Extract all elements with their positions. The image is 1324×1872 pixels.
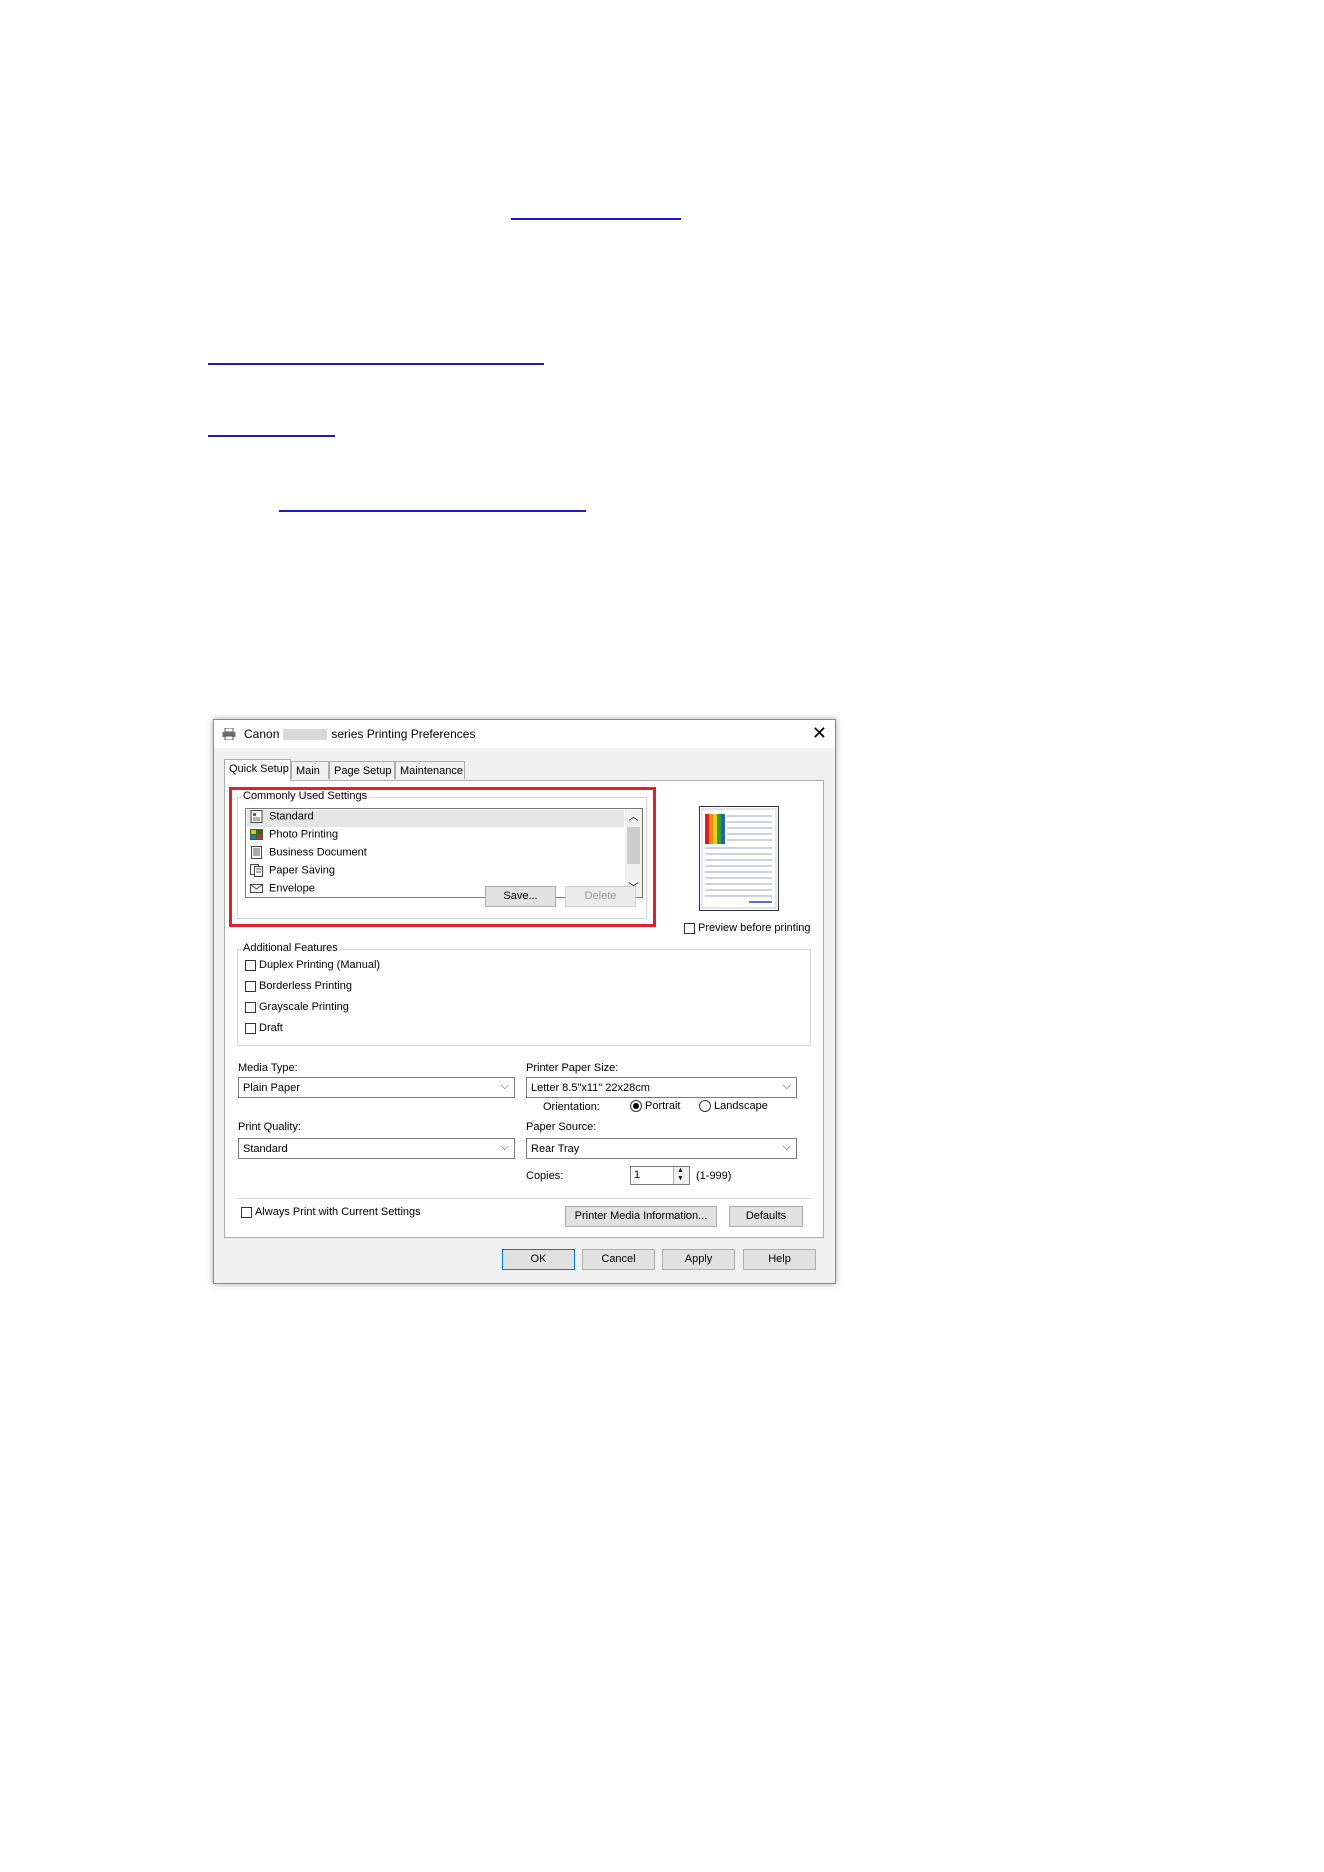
stepper-arrows[interactable]: ▲ ▼	[673, 1167, 689, 1184]
delete-button[interactable]: Delete	[565, 886, 636, 907]
printer-media-information-button[interactable]: Printer Media Information...	[565, 1206, 717, 1227]
checkbox-label: Grayscale Printing	[259, 1001, 349, 1013]
copies-label: Copies:	[526, 1170, 564, 1182]
document-link[interactable]	[511, 218, 681, 220]
document-link[interactable]	[208, 363, 544, 365]
chevron-down-icon: ⌵	[782, 1141, 791, 1153]
landscape-radio[interactable]: Landscape	[699, 1100, 768, 1113]
chevron-down-icon: ⌵	[782, 1080, 791, 1092]
defaults-button[interactable]: Defaults	[729, 1206, 803, 1227]
media-type-label: Media Type:	[238, 1062, 298, 1074]
cancel-button[interactable]: Cancel	[582, 1249, 655, 1270]
quick-setup-panel: Commonly Used Settings Standard Photo Pr…	[224, 780, 824, 1238]
copies-value: 1	[634, 1169, 641, 1181]
scrollbar-thumb[interactable]	[627, 827, 640, 864]
radio-label: Portrait	[645, 1100, 681, 1112]
copies-stepper[interactable]: 1 ▲ ▼	[630, 1166, 690, 1185]
borderless-printing-checkbox[interactable]: Borderless Printing	[245, 980, 352, 992]
paper-source-label: Paper Source:	[526, 1121, 597, 1133]
checkbox-label: Borderless Printing	[259, 980, 352, 992]
checkbox-label: Draft	[259, 1022, 283, 1034]
radio-label: Landscape	[714, 1100, 768, 1112]
preview-before-printing-checkbox[interactable]: Preview before printing	[684, 922, 811, 934]
orientation-label: Orientation:	[543, 1101, 600, 1113]
photo-icon	[250, 829, 263, 840]
list-item-label: Business Document	[269, 846, 367, 859]
save-button[interactable]: Save...	[485, 886, 556, 907]
document-link[interactable]	[279, 510, 586, 512]
chevron-down-icon: ⌵	[500, 1080, 509, 1092]
additional-features-label: Additional Features	[241, 942, 340, 954]
checkbox-label: Duplex Printing (Manual)	[259, 959, 381, 971]
title-prefix: Canon	[244, 727, 280, 741]
checkbox-box[interactable]	[241, 1206, 252, 1218]
draft-checkbox[interactable]: Draft	[245, 1022, 283, 1034]
list-item-label: Standard	[269, 810, 314, 823]
commonly-used-settings-label: Commonly Used Settings	[241, 790, 370, 802]
checkbox-box[interactable]	[245, 1001, 256, 1013]
print-quality-select[interactable]: Standard ⌵	[238, 1138, 515, 1159]
printer-icon	[222, 728, 236, 740]
list-item[interactable]: Standard	[247, 810, 624, 827]
grayscale-printing-checkbox[interactable]: Grayscale Printing	[245, 1001, 349, 1013]
checkbox-box[interactable]	[684, 922, 695, 934]
divider	[237, 1198, 811, 1199]
copies-range: (1-999)	[696, 1170, 732, 1182]
tab-page-setup[interactable]: Page Setup	[329, 761, 395, 779]
title-suffix: series Printing Preferences	[331, 727, 476, 741]
print-quality-value: Standard	[243, 1143, 288, 1155]
media-type-value: Plain Paper	[243, 1082, 300, 1094]
checkbox-box[interactable]	[245, 959, 256, 971]
list-item[interactable]: Business Document	[250, 846, 367, 863]
document-icon	[251, 846, 262, 859]
ok-button[interactable]: OK	[502, 1249, 575, 1270]
envelope-icon	[250, 884, 263, 893]
list-item-label: Paper Saving	[269, 864, 336, 877]
dialog-title: Canon series Printing Preferences	[244, 727, 475, 741]
checkbox-box[interactable]	[245, 1022, 256, 1034]
radio-button[interactable]	[630, 1100, 642, 1113]
printer-paper-size-select[interactable]: Letter 8.5"x11" 22x28cm ⌵	[526, 1077, 797, 1098]
tab-maintenance[interactable]: Maintenance	[395, 761, 465, 779]
title-bar: Canon series Printing Preferences ✕	[214, 720, 835, 748]
printer-paper-size-value: Letter 8.5"x11" 22x28cm	[531, 1082, 650, 1094]
printer-paper-size-label: Printer Paper Size:	[526, 1062, 619, 1074]
tab-main[interactable]: Main	[291, 761, 329, 779]
close-icon[interactable]: ✕	[812, 723, 827, 743]
radio-button[interactable]	[699, 1100, 711, 1113]
checkbox-label: Preview before printing	[698, 922, 811, 934]
help-button[interactable]: Help	[743, 1249, 816, 1270]
always-print-current-checkbox[interactable]: Always Print with Current Settings	[241, 1206, 421, 1218]
portrait-radio[interactable]: Portrait	[630, 1100, 681, 1113]
document-link[interactable]	[208, 435, 335, 437]
checkbox-box[interactable]	[245, 980, 256, 992]
media-type-select[interactable]: Plain Paper ⌵	[238, 1077, 515, 1098]
apply-button[interactable]: Apply	[662, 1249, 735, 1270]
page-preview	[699, 806, 779, 911]
list-item[interactable]: Paper Saving	[250, 864, 335, 881]
chevron-down-icon: ⌵	[500, 1141, 509, 1153]
standard-icon	[250, 810, 263, 823]
checkbox-label: Always Print with Current Settings	[255, 1206, 421, 1218]
chevron-up-icon[interactable]: ︿	[625, 809, 642, 826]
paper-saving-icon	[250, 864, 263, 877]
paper-source-value: Rear Tray	[531, 1143, 580, 1155]
print-quality-label: Print Quality:	[238, 1121, 301, 1133]
list-item[interactable]: Photo Printing	[250, 828, 338, 845]
list-scrollbar[interactable]: ︿ ﹀	[625, 809, 642, 897]
list-item[interactable]: Envelope	[250, 882, 315, 897]
duplex-printing-checkbox[interactable]: Duplex Printing (Manual)	[245, 959, 380, 971]
commonly-used-settings-list[interactable]: Standard Photo Printing Business Documen…	[245, 808, 643, 898]
redacted-model-name	[283, 729, 328, 741]
list-item-label: Photo Printing	[269, 828, 339, 841]
printing-preferences-dialog: Canon series Printing Preferences ✕ Quick…	[213, 719, 836, 1284]
list-item-label: Envelope	[269, 882, 315, 895]
paper-source-select[interactable]: Rear Tray ⌵	[526, 1138, 797, 1159]
tab-quick-setup[interactable]: Quick Setup	[224, 759, 291, 781]
